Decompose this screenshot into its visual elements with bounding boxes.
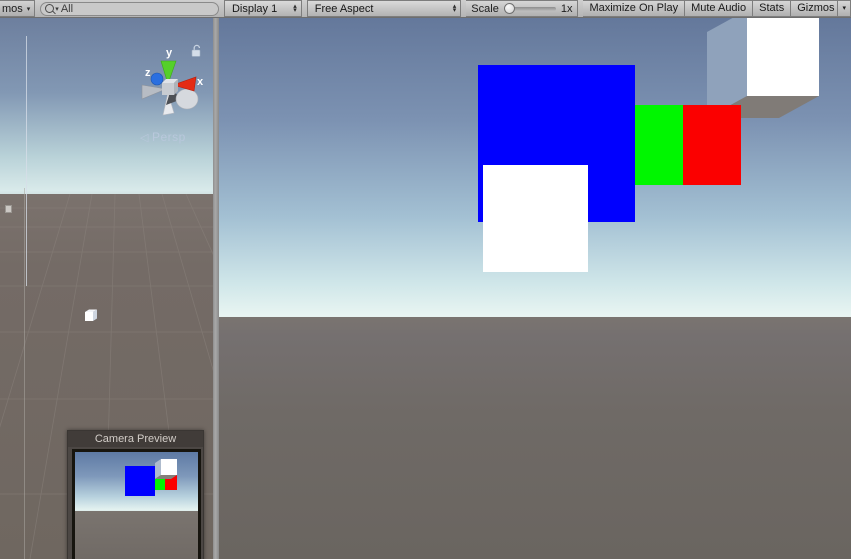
stats-button[interactable]: Stats <box>753 0 792 17</box>
scale-label: Scale <box>471 2 499 15</box>
svg-text:x: x <box>197 76 204 88</box>
display-label: Display 1 <box>231 2 278 15</box>
cp-white-cube <box>155 459 177 479</box>
svg-text:z: z <box>145 67 151 79</box>
light-gizmo-line <box>26 36 27 286</box>
maximize-on-play-button[interactable]: Maximize On Play <box>583 0 686 17</box>
display-dropdown[interactable]: Display 1 ▴ ▾ <box>223 0 302 17</box>
camera-preview-panel: Camera Preview <box>67 430 204 559</box>
camera-preview-title: Camera Preview <box>68 431 203 447</box>
scale-value: 1x <box>560 2 573 15</box>
aspect-ratio-label: Free Aspect <box>314 2 374 15</box>
scale-slider-group[interactable]: Scale 1x <box>466 0 579 17</box>
white-quad <box>483 165 588 272</box>
scale-slider-track[interactable] <box>503 2 556 14</box>
scene-view[interactable]: y x z ◁ Persp Camera Preview <box>0 18 213 559</box>
search-icon <box>45 4 55 13</box>
cp-blue-quad <box>125 466 155 496</box>
scene-gizmos-label: mos <box>2 2 23 15</box>
stepper-icon-2: ▴ ▾ <box>452 2 457 14</box>
scene-search-input[interactable]: ▾ All <box>40 1 219 16</box>
scene-projection-label[interactable]: ◁ Persp <box>140 130 186 144</box>
gizmos-label: Gizmos <box>797 2 835 14</box>
game-ground <box>219 317 851 559</box>
scene-view-toolbar: mos ▾ ▾ All <box>0 0 219 18</box>
camera-preview-ground <box>75 511 198 559</box>
green-quad <box>635 105 683 185</box>
projection-mode-text: Persp <box>151 130 186 144</box>
red-quad <box>683 105 741 185</box>
gizmos-dropdown-button[interactable]: ▾ <box>838 0 851 17</box>
left-arrow-icon: ◁ <box>140 131 149 144</box>
chevron-down-icon-2: ▾ <box>842 5 846 12</box>
stepper-icon: ▴ ▾ <box>293 2 297 14</box>
game-view-toolbar: Display 1 ▴ ▾ Free Aspect ▴ ▾ Scale 1x Max… <box>219 0 851 18</box>
scene-search-value: All <box>60 2 74 15</box>
search-chevron-down-icon: ▾ <box>55 5 59 13</box>
unlock-icon[interactable] <box>191 44 203 58</box>
light-gizmo-handle[interactable] <box>5 205 12 213</box>
gizmos-button[interactable]: Gizmos <box>791 0 839 17</box>
scale-slider-handle[interactable] <box>503 2 515 14</box>
light-gizmo-line-lower <box>24 188 25 559</box>
camera-preview-render <box>72 449 201 559</box>
unity-editor-window: mos ▾ ▾ All Display 1 ▴ ▾ Free Aspect ▴ ▾ … <box>0 0 851 559</box>
chevron-down-icon: ▾ <box>26 5 31 13</box>
scene-cube-object[interactable] <box>85 309 98 322</box>
mute-audio-button[interactable]: Mute Audio <box>685 0 754 17</box>
aspect-ratio-dropdown[interactable]: Free Aspect ▴ ▾ <box>306 0 462 17</box>
game-view[interactable] <box>219 18 851 559</box>
scene-gizmos-dropdown[interactable]: mos ▾ <box>0 0 36 17</box>
svg-text:y: y <box>166 47 173 59</box>
